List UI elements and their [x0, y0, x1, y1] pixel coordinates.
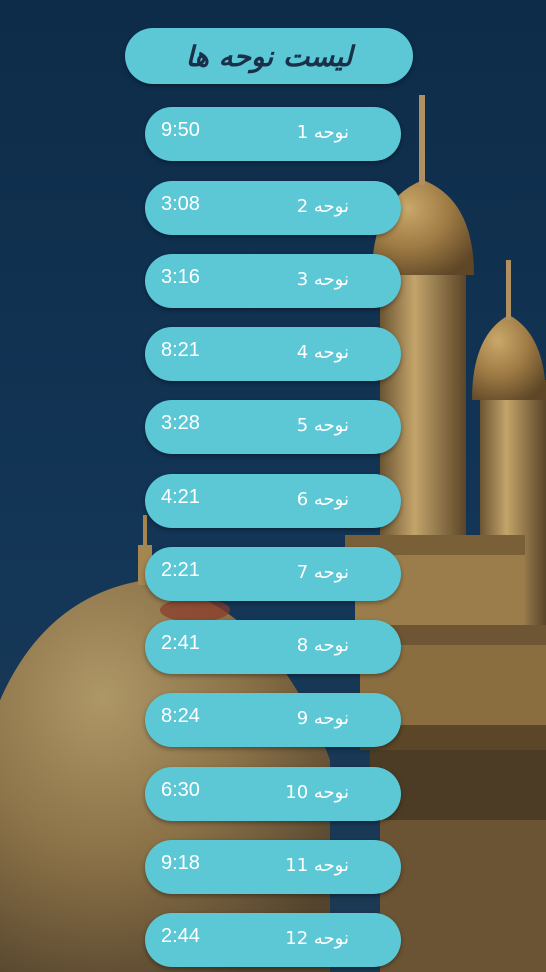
track-duration: 6:30 — [161, 779, 200, 801]
track-title: نوحه 12 — [285, 928, 349, 949]
track-duration: 8:21 — [161, 339, 200, 361]
track-title: نوحه 10 — [285, 782, 349, 803]
track-duration: 4:21 — [161, 486, 200, 508]
nohe-list-item[interactable]: 2:21 نوحه 7 — [145, 547, 401, 601]
nohe-list-item[interactable]: 3:16 نوحه 3 — [145, 254, 401, 308]
track-duration: 9:18 — [161, 852, 200, 874]
nohe-list-item[interactable]: 8:24 نوحه 9 — [145, 693, 401, 747]
track-title: نوحه 7 — [296, 562, 349, 583]
track-title: نوحه 5 — [296, 415, 349, 436]
track-title: نوحه 3 — [296, 269, 349, 290]
header-title-bar: لیست نوحه ها — [125, 28, 413, 84]
track-title: نوحه 9 — [296, 708, 349, 729]
track-title: نوحه 8 — [296, 635, 349, 656]
track-duration: 9:50 — [161, 119, 200, 141]
track-duration: 2:21 — [161, 559, 200, 581]
track-title: نوحه 2 — [296, 196, 349, 217]
track-duration: 2:41 — [161, 632, 200, 654]
track-title: نوحه 4 — [296, 342, 349, 363]
nohe-list-item[interactable]: 8:21 نوحه 4 — [145, 327, 401, 381]
nohe-list-item[interactable]: 2:44 نوحه 12 — [145, 913, 401, 967]
nohe-list-item[interactable]: 6:30 نوحه 10 — [145, 767, 401, 821]
track-duration: 3:08 — [161, 193, 200, 215]
track-title: نوحه 1 — [296, 122, 349, 143]
nohe-list-item[interactable]: 3:28 نوحه 5 — [145, 400, 401, 454]
track-title: نوحه 11 — [285, 855, 349, 876]
nohe-list-item[interactable]: 2:41 نوحه 8 — [145, 620, 401, 674]
page-title: لیست نوحه ها — [185, 39, 353, 73]
nohe-list-item[interactable]: 9:18 نوحه 11 — [145, 840, 401, 894]
nohe-list-item[interactable]: 3:08 نوحه 2 — [145, 181, 401, 235]
track-duration: 3:16 — [161, 266, 200, 288]
nohe-list-item[interactable]: 4:21 نوحه 6 — [145, 474, 401, 528]
nohe-list-item[interactable]: 9:50 نوحه 1 — [145, 107, 401, 161]
track-duration: 8:24 — [161, 705, 200, 727]
track-duration: 2:44 — [161, 925, 200, 947]
track-title: نوحه 6 — [296, 489, 349, 510]
track-duration: 3:28 — [161, 412, 200, 434]
